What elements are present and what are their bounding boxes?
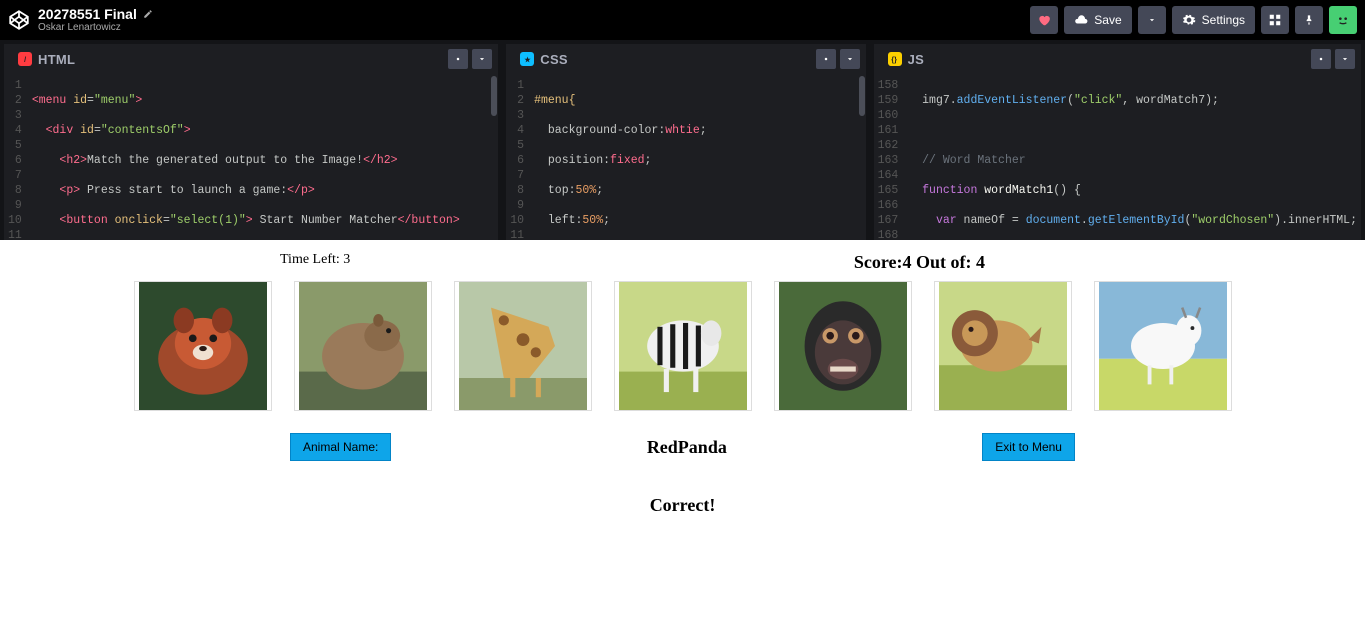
- js-label: JS: [908, 52, 925, 67]
- save-dropdown-button[interactable]: [1138, 6, 1166, 34]
- html-code-area[interactable]: 1234567891011 <menu id="menu"> <div id="…: [4, 74, 498, 240]
- animal-image-capybara[interactable]: [294, 281, 432, 411]
- js-tab[interactable]: {} JS: [880, 48, 933, 71]
- css-settings-button[interactable]: [816, 49, 836, 69]
- app-header: 20278551 Final Oskar Lenartowicz Save Se…: [0, 0, 1365, 40]
- js-dropdown-button[interactable]: [1335, 49, 1355, 69]
- pen-title[interactable]: 20278551 Final: [38, 7, 153, 22]
- animal-image-goat[interactable]: [1094, 281, 1232, 411]
- css-scrollbar[interactable]: [859, 76, 865, 116]
- css-code-area[interactable]: 1234567891011 #menu{ background-color:wh…: [506, 74, 865, 240]
- css-code[interactable]: #menu{ background-color:whtie; position:…: [530, 74, 866, 240]
- animal-image-zebra[interactable]: [614, 281, 752, 411]
- settings-button[interactable]: Settings: [1172, 6, 1255, 34]
- html-gutter: 1234567891011: [4, 74, 28, 240]
- css-tab[interactable]: ★ CSS: [512, 48, 576, 71]
- edit-icon: [143, 9, 153, 19]
- js-badge-icon: {}: [888, 52, 902, 66]
- html-label: HTML: [38, 52, 75, 67]
- pen-author: Oskar Lenartowicz: [38, 22, 153, 33]
- html-tab[interactable]: / HTML: [10, 48, 83, 71]
- animal-image-giraffe[interactable]: [454, 281, 592, 411]
- js-settings-button[interactable]: [1311, 49, 1331, 69]
- love-button[interactable]: [1030, 6, 1058, 34]
- pin-button[interactable]: [1295, 6, 1323, 34]
- css-dropdown-button[interactable]: [840, 49, 860, 69]
- html-settings-button[interactable]: [448, 49, 468, 69]
- html-badge-icon: /: [18, 52, 32, 66]
- html-panel: / HTML 1234567891011 <menu id="menu"> <d…: [4, 44, 498, 240]
- animal-image-row: [0, 277, 1365, 415]
- js-code-area[interactable]: 158159160161162163164165166167168 img7.a…: [874, 74, 1361, 240]
- pen-title-text: 20278551 Final: [38, 7, 137, 22]
- js-gutter: 158159160161162163164165166167168: [874, 74, 905, 240]
- score: Score:4 Out of: 4: [854, 252, 985, 273]
- css-label: CSS: [540, 52, 568, 67]
- exit-menu-button[interactable]: Exit to Menu: [982, 433, 1075, 461]
- animal-image-monkey[interactable]: [774, 281, 912, 411]
- js-code[interactable]: img7.addEventListener("click", wordMatch…: [904, 74, 1361, 240]
- time-left: Time Left: 3: [280, 252, 350, 273]
- editor-row: / HTML 1234567891011 <menu id="menu"> <d…: [0, 40, 1365, 240]
- feedback-text: Correct!: [0, 495, 1365, 516]
- user-avatar[interactable]: [1329, 6, 1357, 34]
- css-badge-icon: ★: [520, 52, 534, 66]
- html-dropdown-button[interactable]: [472, 49, 492, 69]
- codepen-logo-icon: [8, 9, 30, 31]
- cloud-icon: [1074, 13, 1088, 27]
- settings-label: Settings: [1202, 13, 1245, 27]
- html-code[interactable]: <menu id="menu"> <div id="contentsOf"> <…: [28, 74, 498, 240]
- save-button[interactable]: Save: [1064, 6, 1131, 34]
- title-block: 20278551 Final Oskar Lenartowicz: [38, 7, 153, 33]
- animal-image-lion[interactable]: [934, 281, 1072, 411]
- animal-name-button[interactable]: Animal Name:: [290, 433, 391, 461]
- css-gutter: 1234567891011: [506, 74, 530, 240]
- html-scrollbar[interactable]: [491, 76, 497, 116]
- js-panel: {} JS 158159160161162163164165166167168 …: [874, 44, 1361, 240]
- output-preview: Time Left: 3 Score:4 Out of: 4 Animal Na…: [0, 240, 1365, 618]
- chosen-word: RedPanda: [647, 437, 727, 458]
- css-panel: ★ CSS 1234567891011 #menu{ background-co…: [506, 44, 865, 240]
- animal-image-redpanda[interactable]: [134, 281, 272, 411]
- save-label: Save: [1094, 13, 1121, 27]
- gear-icon: [1182, 13, 1196, 27]
- layout-button[interactable]: [1261, 6, 1289, 34]
